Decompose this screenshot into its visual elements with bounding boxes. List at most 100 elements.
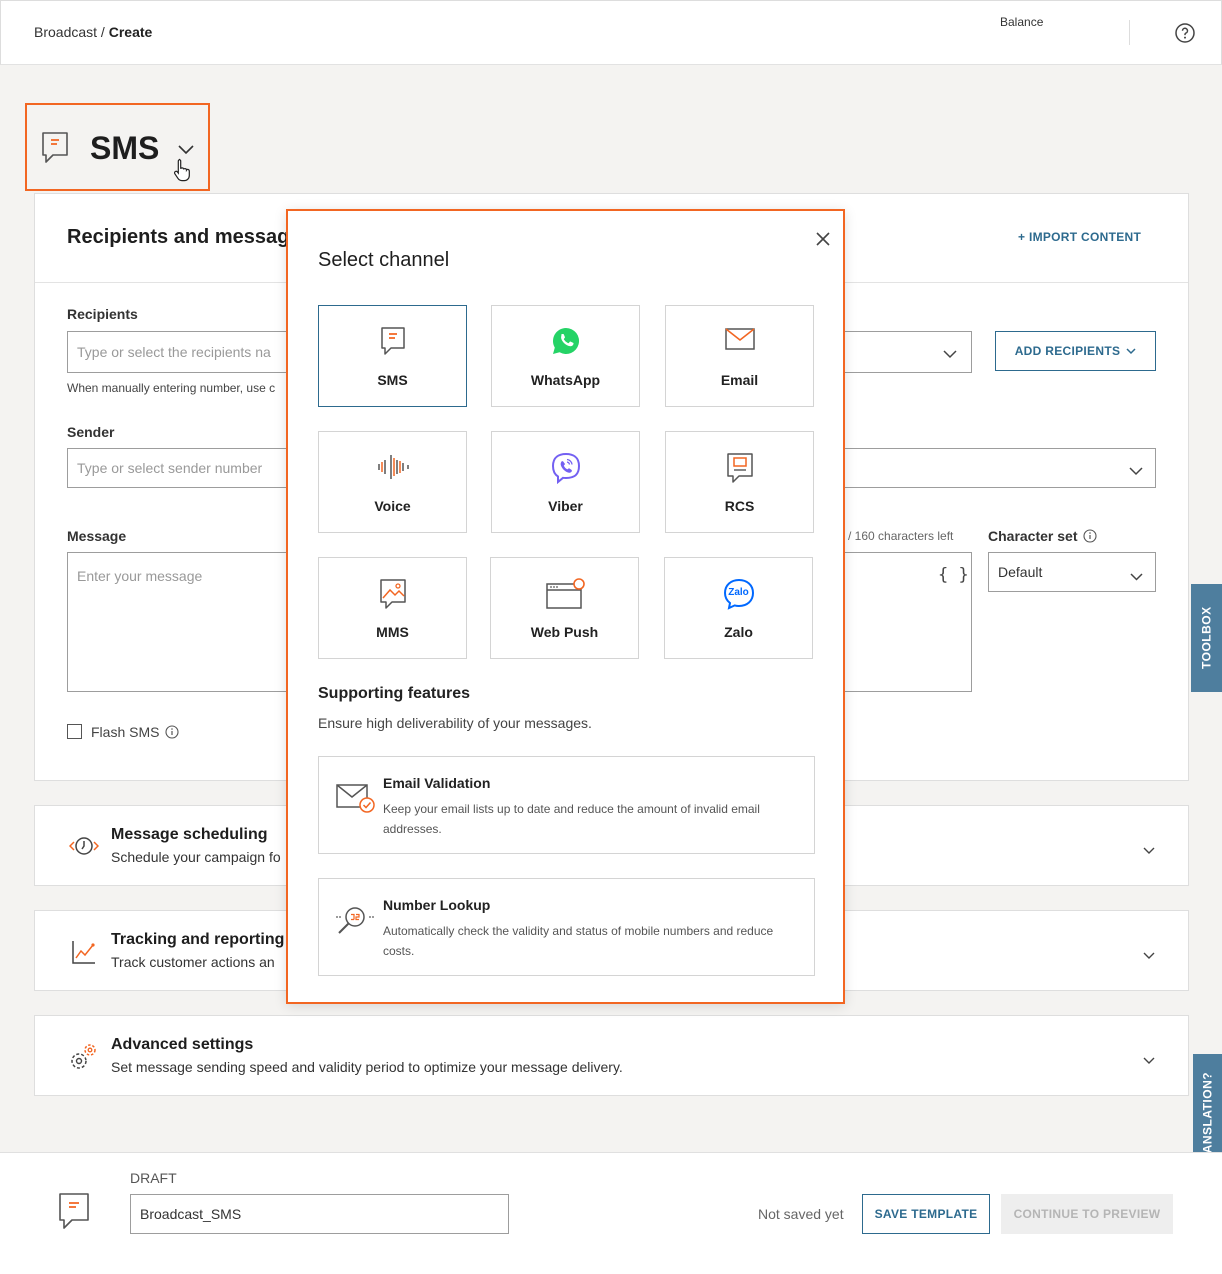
rcs-icon — [726, 452, 754, 484]
channel-label: SMS — [377, 372, 408, 388]
placeholder-braces-icon[interactable]: { } — [938, 565, 969, 585]
flash-sms-checkbox[interactable] — [67, 724, 82, 739]
feature-email-validation[interactable]: Email Validation Keep your email lists u… — [318, 756, 815, 854]
feature-description: Keep your email lists up to date and red… — [383, 802, 760, 836]
flash-sms-label-text: Flash SMS — [91, 724, 160, 740]
sms-icon — [380, 326, 406, 358]
charset-label: Character set — [988, 528, 1097, 546]
chevron-down-icon — [1130, 568, 1143, 584]
header-divider — [1129, 20, 1130, 45]
channel-tile-web-push[interactable]: Web Push — [490, 557, 639, 659]
channel-tile-sms[interactable]: SMS — [318, 305, 467, 407]
chevron-down-icon — [1143, 842, 1155, 860]
chevron-down-icon — [942, 346, 958, 362]
breadcrumb-current: Create — [108, 24, 153, 40]
sender-label: Sender — [67, 424, 115, 440]
info-icon[interactable] — [165, 725, 179, 742]
channel-label: Voice — [374, 498, 411, 514]
channel-tile-viber[interactable]: Viber — [491, 431, 640, 533]
add-recipients-label: ADD RECIPIENTS — [1014, 344, 1121, 358]
zalo-logo-text: Zalo — [728, 587, 749, 598]
section-subtitle: Track customer actions an — [111, 954, 275, 970]
web-push-icon — [545, 578, 585, 610]
chevron-down-icon — [1143, 947, 1155, 965]
email-validation-icon — [335, 781, 379, 822]
section-title: Advanced settings — [111, 1036, 254, 1053]
channel-tile-mms[interactable]: MMS — [318, 557, 467, 659]
charset-value: Default — [998, 564, 1043, 580]
chart-trend-icon — [71, 939, 97, 970]
section-title: Tracking and reporting — [111, 931, 285, 948]
supporting-features-subtitle: Ensure high deliverability of your messa… — [318, 715, 592, 731]
continue-to-preview-button[interactable]: CONTINUE TO PREVIEW — [1001, 1194, 1173, 1234]
zalo-icon: Zalo — [723, 578, 755, 610]
viber-icon — [550, 452, 582, 485]
sender-placeholder: Type or select sender number — [77, 460, 263, 476]
import-content-button[interactable]: + IMPORT CONTENT — [1018, 230, 1141, 244]
feature-title: Email Validation — [383, 775, 491, 791]
whatsapp-icon — [551, 326, 581, 358]
channel-label: WhatsApp — [530, 372, 601, 388]
chevron-down-icon — [1126, 344, 1136, 358]
balance-label: Balance — [1000, 15, 1044, 29]
flash-sms-label: Flash SMS — [91, 724, 179, 742]
add-recipients-button[interactable]: ADD RECIPIENTS — [995, 331, 1156, 371]
recipients-section-title: Recipients and messag — [67, 226, 290, 248]
channel-label: Viber — [548, 498, 583, 514]
channel-label: Web Push — [530, 624, 599, 640]
channel-label: MMS — [376, 624, 409, 640]
channel-label: RCS — [724, 498, 755, 514]
channel-selector[interactable]: SMS — [25, 103, 210, 191]
feature-description: Automatically check the validity and sta… — [383, 924, 774, 958]
draft-name-value: Broadcast_SMS — [140, 1206, 242, 1222]
modal-title: Select channel — [318, 249, 450, 271]
channel-tile-rcs[interactable]: RCS — [665, 431, 814, 533]
channel-label: Email — [720, 372, 759, 388]
close-icon[interactable] — [815, 231, 831, 252]
chevron-down-icon — [1129, 463, 1143, 479]
toolbox-tab[interactable]: TOOLBOX — [1191, 584, 1222, 692]
sms-icon — [58, 1192, 90, 1237]
recipients-hint: When manually entering number, use c — [67, 381, 276, 395]
section-subtitle: Set message sending speed and validity p… — [111, 1059, 623, 1075]
supporting-features-title: Supporting features — [318, 685, 471, 702]
breadcrumb: Broadcast / Create — [34, 24, 152, 40]
channel-tile-whatsapp[interactable]: WhatsApp — [491, 305, 640, 407]
breadcrumb-root[interactable]: Broadcast — [34, 24, 97, 40]
section-subtitle: Schedule your campaign fo — [111, 849, 281, 865]
sms-icon — [41, 131, 69, 170]
charset-label-text: Character set — [988, 528, 1078, 544]
recipients-placeholder: Type or select the recipients na — [77, 344, 271, 360]
recipients-label: Recipients — [67, 306, 138, 322]
draft-name-input[interactable]: Broadcast_SMS — [130, 1194, 509, 1234]
chevron-down-icon — [1143, 1052, 1155, 1070]
message-placeholder: Enter your message — [77, 568, 203, 584]
section-title: Message scheduling — [111, 826, 268, 843]
save-status: Not saved yet — [758, 1206, 844, 1222]
draft-label: DRAFT — [130, 1170, 177, 1186]
help-icon[interactable] — [1175, 23, 1195, 43]
select-channel-modal: Select channel SMS WhatsApp Email Voice … — [286, 209, 845, 1004]
charset-select[interactable]: Default — [988, 552, 1156, 592]
pointer-cursor-icon — [173, 157, 193, 188]
advanced-settings-section[interactable]: Advanced settings Set message sending sp… — [34, 1015, 1189, 1096]
feature-title: Number Lookup — [383, 897, 491, 913]
character-counter: e / 160 characters left — [838, 529, 954, 543]
number-lookup-icon — [335, 903, 379, 944]
channel-label: Zalo — [724, 624, 753, 640]
voice-icon — [376, 452, 410, 484]
feature-number-lookup[interactable]: Number Lookup Automatically check the va… — [318, 878, 815, 976]
save-template-button[interactable]: SAVE TEMPLATE — [862, 1194, 990, 1234]
channel-selector-label: SMS — [90, 130, 160, 166]
top-bar — [0, 0, 1222, 65]
email-icon — [724, 326, 756, 358]
gears-icon — [67, 1041, 99, 1078]
message-label: Message — [67, 528, 127, 544]
mms-icon — [379, 578, 407, 610]
info-icon[interactable] — [1083, 529, 1097, 546]
channel-tile-zalo[interactable]: Zalo Zalo — [664, 557, 813, 659]
breadcrumb-separator: / — [97, 24, 109, 40]
clock-schedule-icon — [68, 834, 100, 863]
channel-tile-voice[interactable]: Voice — [318, 431, 467, 533]
channel-tile-email[interactable]: Email — [665, 305, 814, 407]
